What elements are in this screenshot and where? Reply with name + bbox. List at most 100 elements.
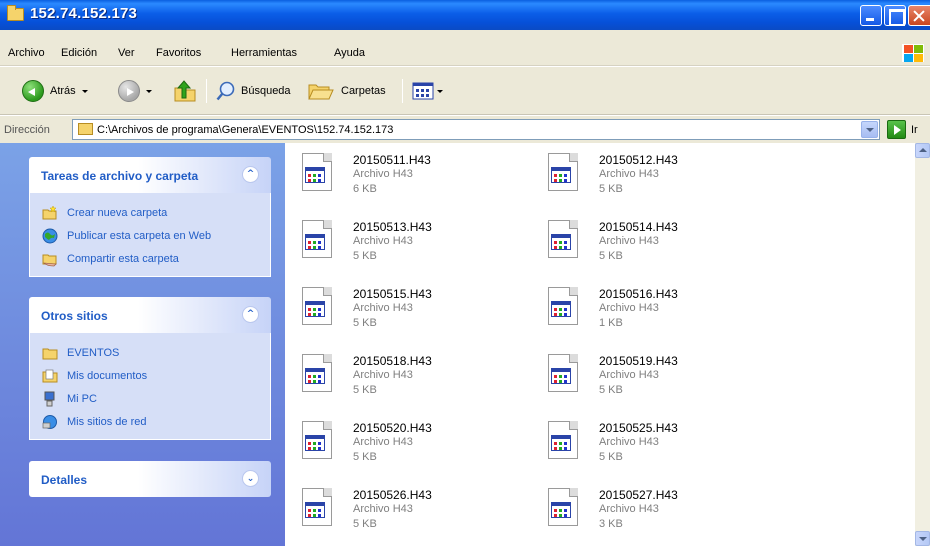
menu-favoritos[interactable]: Favoritos [156, 47, 201, 59]
h43-file-icon [545, 421, 583, 461]
close-button[interactable] [908, 5, 930, 26]
back-button[interactable]: Atrás [22, 78, 88, 104]
address-input[interactable]: C:\Archivos de programa\Genera\EVENTOS\1… [72, 119, 880, 140]
file-item[interactable]: 20150525.H43 Archivo H43 5 KB [531, 413, 761, 473]
maximize-button[interactable] [884, 5, 906, 26]
place-my-computer[interactable]: Mi PC [30, 387, 270, 410]
my-computer-icon [44, 391, 55, 406]
menu-edicion[interactable]: Edición [61, 47, 97, 59]
file-item[interactable]: 20150520.H43 Archivo H43 5 KB [285, 413, 515, 473]
panel-body: EVENTOS Mis documentos Mi PC Mis sitios … [29, 333, 271, 440]
file-item[interactable]: 20150519.H43 Archivo H43 5 KB [531, 346, 761, 406]
collapse-chevron-icon[interactable]: ^ [242, 166, 259, 183]
panel-header[interactable]: Detalles ⌄ [29, 461, 271, 497]
new-folder-icon [42, 204, 57, 219]
file-name: 20150513.H43 [353, 220, 432, 234]
file-item[interactable]: 20150527.H43 Archivo H43 3 KB [531, 480, 761, 540]
file-item[interactable]: 20150511.H43 Archivo H43 6 KB [285, 145, 515, 205]
views-button[interactable] [412, 78, 443, 104]
panel-header[interactable]: Tareas de archivo y carpeta ^ [29, 157, 271, 193]
file-type: Archivo H43 [599, 436, 659, 448]
menu-bar: Archivo Edición Ver Favoritos Herramient… [0, 30, 930, 66]
place-label: EVENTOS [67, 346, 120, 359]
place-my-documents[interactable]: Mis documentos [30, 364, 270, 387]
file-type: Archivo H43 [353, 436, 413, 448]
file-item[interactable]: 20150526.H43 Archivo H43 5 KB [285, 480, 515, 540]
minimize-button[interactable] [860, 5, 882, 26]
file-name: 20150512.H43 [599, 153, 678, 167]
title-bar[interactable]: 152.74.152.173 [0, 0, 930, 30]
file-item[interactable]: 20150512.H43 Archivo H43 5 KB [531, 145, 761, 205]
collapse-chevron-icon[interactable]: ^ [242, 306, 259, 323]
h43-file-icon [299, 488, 337, 528]
forward-button[interactable] [118, 78, 152, 104]
scroll-down-button[interactable] [915, 531, 930, 546]
search-button[interactable]: Búsqueda [215, 78, 291, 104]
go-label: Ir [911, 123, 918, 136]
file-size: 1 KB [599, 317, 623, 329]
file-name: 20150516.H43 [599, 287, 678, 301]
task-new-folder[interactable]: Crear nueva carpeta [30, 201, 270, 224]
file-item[interactable]: 20150516.H43 Archivo H43 1 KB [531, 279, 761, 339]
folders-button[interactable]: Carpetas [307, 78, 386, 104]
file-item[interactable]: 20150518.H43 Archivo H43 5 KB [285, 346, 515, 406]
dropdown-arrow-icon[interactable] [146, 89, 152, 93]
folder-icon [78, 123, 93, 135]
up-folder-button[interactable] [172, 78, 198, 104]
file-name: 20150527.H43 [599, 488, 678, 502]
h43-file-icon [545, 488, 583, 528]
menu-herramientas[interactable]: Herramientas [231, 47, 297, 59]
task-publish-web[interactable]: Publicar esta carpeta en Web [30, 224, 270, 247]
file-item[interactable]: 20150514.H43 Archivo H43 5 KB [531, 212, 761, 272]
file-type: Archivo H43 [353, 369, 413, 381]
share-folder-icon [42, 254, 57, 266]
task-label: Compartir esta carpeta [67, 252, 179, 265]
dropdown-arrow-icon[interactable] [437, 89, 443, 93]
task-label: Crear nueva carpeta [67, 206, 168, 219]
file-item[interactable]: 20150515.H43 Archivo H43 5 KB [285, 279, 515, 339]
dropdown-arrow-icon[interactable] [81, 89, 88, 93]
up-folder-icon [174, 80, 196, 102]
place-network[interactable]: Mis sitios de red [30, 410, 270, 433]
expand-chevron-icon[interactable]: ⌄ [242, 470, 259, 487]
h43-file-icon [545, 287, 583, 327]
file-name: 20150514.H43 [599, 220, 678, 234]
go-button[interactable]: Ir [882, 120, 918, 139]
address-dropdown-button[interactable] [861, 121, 878, 138]
file-size: 5 KB [353, 317, 377, 329]
file-type: Archivo H43 [599, 503, 659, 515]
toolbar-separator [402, 79, 403, 103]
place-label: Mis documentos [67, 369, 148, 382]
menu-ayuda[interactable]: Ayuda [334, 47, 365, 59]
file-type: Archivo H43 [599, 302, 659, 314]
h43-file-icon [299, 287, 337, 327]
file-item[interactable]: 20150513.H43 Archivo H43 5 KB [285, 212, 515, 272]
file-folder-tasks-panel: Tareas de archivo y carpeta ^ Crear nuev… [29, 157, 271, 277]
search-label: Búsqueda [241, 85, 291, 97]
globe-icon [42, 228, 58, 243]
file-name: 20150515.H43 [353, 287, 432, 301]
file-type: Archivo H43 [353, 503, 413, 515]
file-type: Archivo H43 [599, 168, 659, 180]
vertical-scrollbar[interactable] [915, 143, 930, 546]
file-type: Archivo H43 [599, 369, 659, 381]
panel-header[interactable]: Otros sitios ^ [29, 297, 271, 333]
menu-ver[interactable]: Ver [118, 47, 135, 59]
file-type: Archivo H43 [353, 302, 413, 314]
task-label: Publicar esta carpeta en Web [67, 229, 212, 242]
h43-file-icon [299, 153, 337, 193]
file-list: 20150511.H43 Archivo H43 6 KB 20150512.H43… [285, 143, 915, 546]
task-share-folder[interactable]: Compartir esta carpeta [30, 247, 270, 270]
details-panel: Detalles ⌄ [29, 461, 271, 497]
my-documents-icon [42, 369, 58, 382]
address-path[interactable]: C:\Archivos de programa\Genera\EVENTOS\1… [97, 124, 393, 136]
h43-file-icon [299, 220, 337, 260]
scroll-up-button[interactable] [915, 143, 930, 158]
file-size: 6 KB [353, 183, 377, 195]
place-eventos[interactable]: EVENTOS [30, 341, 270, 364]
task-pane: Tareas de archivo y carpeta ^ Crear nuev… [0, 143, 285, 546]
file-name: 20150519.H43 [599, 354, 678, 368]
menu-archivo[interactable]: Archivo [8, 47, 45, 59]
toolbar-separator [206, 79, 207, 103]
back-arrow-icon [22, 80, 44, 102]
